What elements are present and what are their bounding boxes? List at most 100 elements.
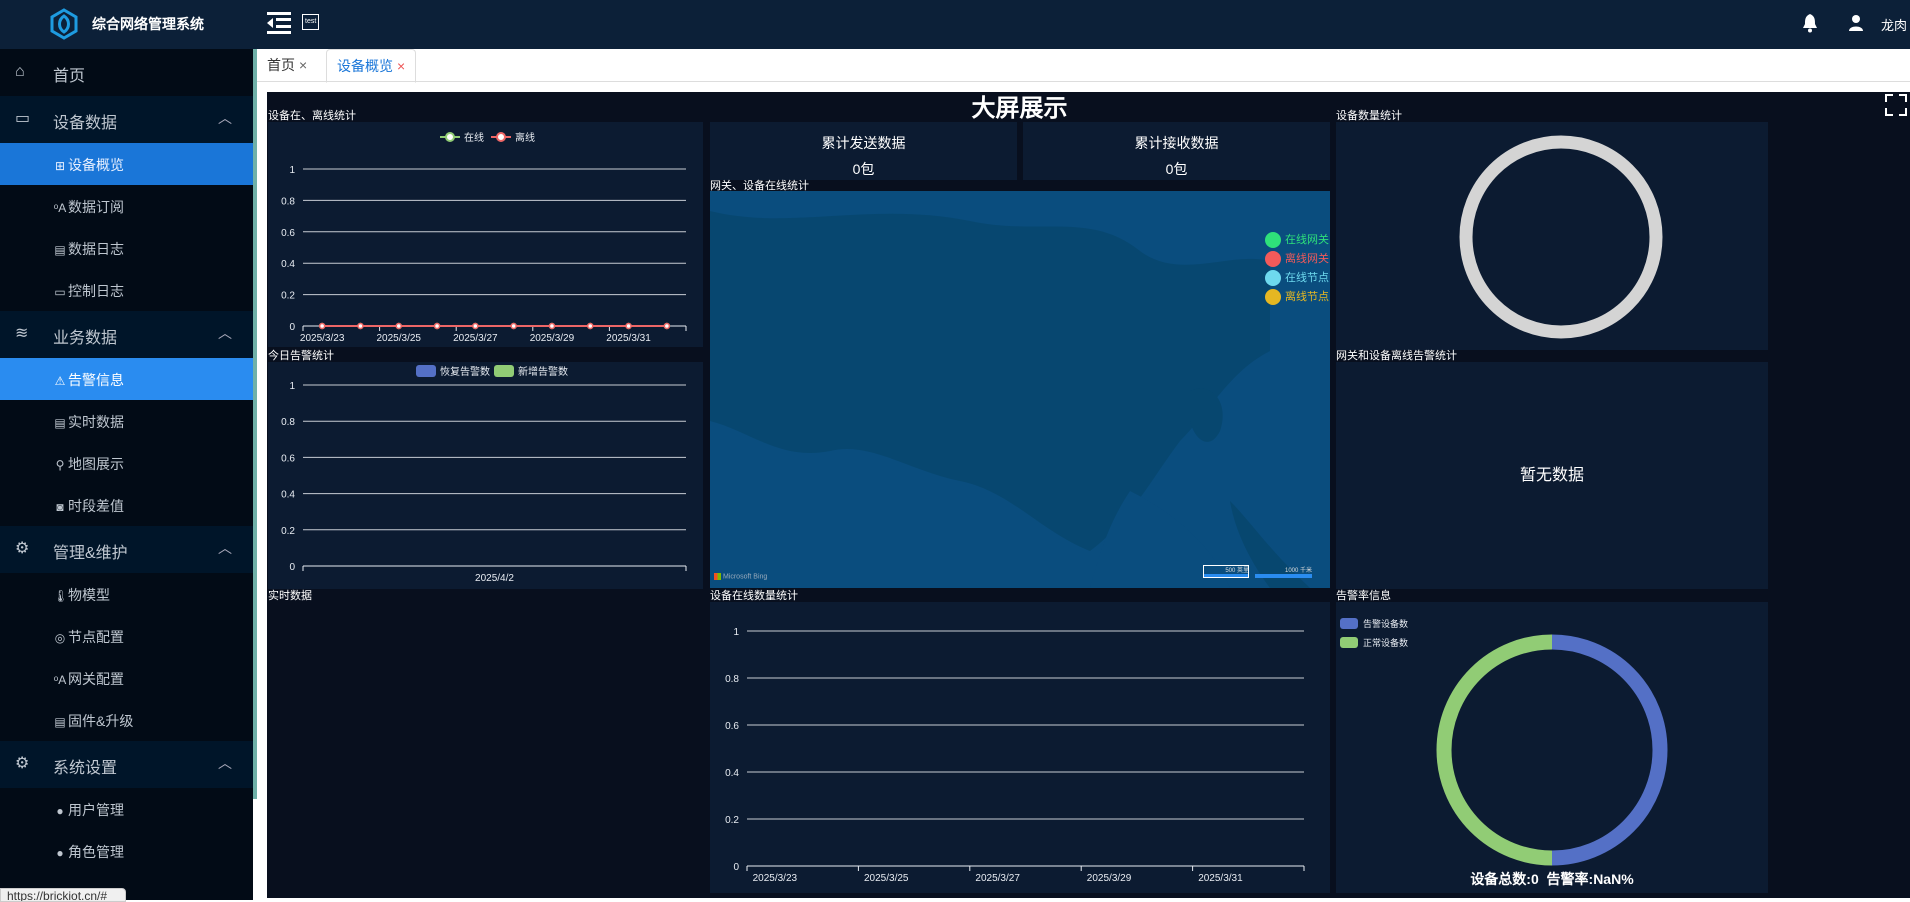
legend-label: 在线节点: [1285, 272, 1329, 284]
sidebar-item[interactable]: ⚲ 地图展示: [0, 442, 253, 484]
legend-offline-gateway[interactable]: 离线网关: [1265, 250, 1329, 268]
file-image-icon: ▤: [54, 416, 66, 430]
user-cog-icon: ●: [56, 846, 64, 860]
legend-swatch-icon: [1340, 637, 1358, 648]
sidebar-item[interactable]: ▤ 实时数据: [0, 400, 253, 442]
legend-dot-icon: [1265, 270, 1281, 287]
fullscreen-icon[interactable]: [1885, 94, 1907, 116]
file-edit-icon: ▤: [54, 243, 66, 257]
sidebar-item[interactable]: ᵒA 数据订阅: [0, 185, 253, 227]
sidebar-item[interactable]: ● 用户管理: [0, 788, 253, 830]
grid-icon: ⊞: [54, 159, 66, 173]
legend-label: 告警设备数: [1363, 618, 1408, 629]
thermometer-icon: 🌡: [53, 589, 69, 603]
y-tick-label: 1: [289, 165, 295, 176]
legend-label: 在线: [464, 131, 484, 144]
y-tick-label: 0.8: [725, 674, 739, 685]
x-tick-label: 2025/3/25: [377, 333, 422, 344]
data-point: [318, 322, 326, 330]
sidebar-item[interactable]: ◙ 时段差值: [0, 484, 253, 526]
alarm-summary: 设备总数:0 告警率:NaN%: [1470, 871, 1634, 887]
map-terrain: [710, 191, 1330, 588]
tab-home[interactable]: 首页 ×: [257, 49, 317, 82]
top-header: 综合网络管理系统 test 龙肉: [0, 0, 1910, 49]
y-tick-label: 0.2: [725, 815, 739, 826]
y-tick-label: 0.6: [281, 228, 295, 239]
panel-title: 设备在、离线统计: [268, 110, 356, 122]
stat-value: 0包: [852, 161, 875, 177]
legend-marker-icon: [445, 132, 455, 142]
close-icon[interactable]: ×: [397, 58, 405, 74]
sidebar-item[interactable]: ᵒA 网关配置: [0, 657, 253, 699]
panel-title: 实时数据: [268, 590, 312, 602]
device-count-ring-chart: [1459, 135, 1663, 339]
y-tick-label: 0.2: [281, 291, 295, 302]
bell-icon[interactable]: [1801, 13, 1819, 33]
close-icon[interactable]: ×: [299, 57, 307, 73]
map-panel[interactable]: 在线网关 离线网关 在线节点 离线节点 Microsoft Bing 500 英…: [710, 191, 1330, 588]
legend-online-node[interactable]: 在线节点: [1265, 269, 1329, 287]
data-point: [548, 322, 556, 330]
camera-icon: ◙: [56, 500, 64, 514]
data-point: [433, 322, 441, 330]
scale-bar-km: 1000 千米: [1255, 565, 1312, 578]
sidebar-item[interactable]: ⊞ 设备概览: [0, 143, 253, 185]
logo-icon: [50, 8, 78, 40]
scale-bar-miles: 500 英里: [1203, 565, 1249, 578]
legend-swatch-icon: [494, 365, 514, 377]
sidebar-group-label: 业务数据: [53, 330, 118, 347]
antenna-icon: ᵒA: [53, 673, 67, 687]
legend-offline-node[interactable]: 离线节点: [1265, 288, 1329, 306]
tab-device-overview[interactable]: 设备概览 ×: [326, 49, 417, 83]
menu-collapse-icon[interactable]: [267, 11, 291, 35]
warning-icon: ⚠: [54, 374, 66, 388]
legend-label: 正常设备数: [1363, 637, 1408, 648]
sidebar-item[interactable]: ▤ 数据日志: [0, 227, 253, 269]
sidebar-group-label: 系统设置: [53, 760, 118, 777]
stat-label: 累计接收数据: [1134, 135, 1219, 151]
sidebar-item[interactable]: 🌡物模型: [0, 573, 253, 615]
legend-dot-icon: [1265, 232, 1281, 249]
sidebar-group-3[interactable]: ⚙ 管理&维护 ︿: [0, 526, 253, 573]
data-point: [510, 322, 517, 330]
sidebar-item[interactable]: ⚠ 告警信息: [0, 358, 253, 400]
dashboard: 大屏展示 设备在、离线统计 0 0.2 0.4 0.6 0.8 1 2025/3/23 202…: [267, 92, 1910, 898]
sidebar-item[interactable]: ● 角色管理: [0, 830, 253, 872]
sidebar-item[interactable]: ▤ 固件&升级: [0, 699, 253, 741]
x-tick-label: 2025/3/31: [1198, 873, 1243, 884]
sidebar-item-label: 角色管理: [68, 844, 124, 860]
user-icon[interactable]: [1848, 14, 1864, 32]
panel-title: 设备在线数量统计: [710, 590, 798, 602]
cogs-icon: ⚙: [15, 540, 30, 557]
chevron-up-icon: ︿: [218, 325, 232, 341]
x-tick-label: 2025/3/29: [1087, 873, 1132, 884]
donut-slice: [1436, 634, 1553, 866]
legend-label: 在线网关: [1285, 234, 1329, 246]
today-alarm-chart-panel: 0 0.2 0.4 0.6 0.8 1 2025/4/2 恢复告警数 新增告警数: [268, 362, 703, 589]
x-tick-label: 2025/3/29: [530, 333, 575, 344]
legend-label: 新增告警数: [518, 365, 568, 378]
y-tick-label: 0.6: [725, 721, 739, 732]
sidebar-item[interactable]: ▭ 控制日志: [0, 269, 253, 311]
y-tick-label: 0.4: [725, 768, 739, 779]
sidebar-item-label: 时段差值: [68, 498, 124, 514]
sidebar-group-label: 设备数据: [53, 115, 118, 132]
data-point: [587, 322, 594, 330]
gear-icon: ⚙: [15, 755, 30, 772]
chevron-up-icon: ︿: [218, 540, 232, 556]
sidebar-scrollbar[interactable]: [253, 49, 257, 799]
sidebar-group-1[interactable]: ▭ 设备数据 ︿: [0, 96, 253, 143]
device-count-panel: [1336, 122, 1768, 350]
monitor-icon: ▭: [54, 285, 66, 299]
stat-card-received: 累计接收数据 0包: [1023, 122, 1330, 180]
sidebar-group-4[interactable]: ⚙ 系统设置 ︿: [0, 741, 253, 788]
panel-title: 告警率信息: [1336, 590, 1391, 602]
sidebar-group-2[interactable]: ≋ 业务数据 ︿: [0, 311, 253, 358]
username[interactable]: 龙肉: [1881, 15, 1907, 34]
laptop-icon: ▭: [15, 110, 31, 127]
legend-online-gateway[interactable]: 在线网关: [1265, 231, 1329, 249]
y-tick-label: 0: [289, 562, 295, 573]
sidebar-group-0[interactable]: ⌂ 首页: [0, 49, 253, 96]
sidebar-item[interactable]: ◎ 节点配置: [0, 615, 253, 657]
legend-swatch-icon: [1340, 618, 1358, 629]
